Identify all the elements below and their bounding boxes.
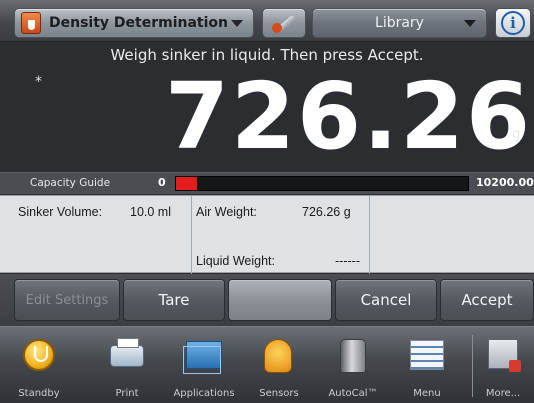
- stability-indicator: *: [35, 74, 42, 90]
- air-weight-label: Air Weight:: [196, 205, 257, 219]
- info-button[interactable]: i: [495, 8, 531, 38]
- mode-label: Density Determination: [49, 15, 228, 31]
- wrench-icon: [271, 12, 297, 34]
- density-mode-icon: [21, 12, 41, 34]
- autocal-icon: [340, 339, 366, 373]
- accept-button[interactable]: Accept: [440, 279, 534, 321]
- liquid-weight-label: Liquid Weight:: [196, 254, 275, 268]
- instruction-text: Weigh sinker in liquid. Then press Accep…: [110, 46, 424, 64]
- top-bar: Density Determination Library i: [0, 0, 534, 42]
- dock-label: AutoCal™: [328, 388, 378, 399]
- capacity-bar-fill: [176, 177, 197, 190]
- more-icon: [488, 339, 521, 372]
- sinker-volume-value: 10.0 ml: [130, 205, 171, 219]
- library-label: Library: [375, 15, 424, 31]
- menu-icon: [410, 340, 444, 370]
- dock-label: Standby: [18, 388, 60, 399]
- dock-item-sensors[interactable]: Sensors: [248, 327, 310, 403]
- dock-item-more[interactable]: More...: [472, 327, 534, 403]
- capacity-guide-label: Capacity Guide: [30, 177, 111, 189]
- cancel-button[interactable]: Cancel: [335, 279, 437, 321]
- dock-label: Sensors: [259, 388, 299, 399]
- data-panel: Sinker Volume: 10.0 ml Air Weight: 726.2…: [0, 195, 534, 274]
- dock-item-menu[interactable]: Menu: [396, 327, 458, 403]
- dock-label: Print: [115, 388, 139, 399]
- settings-button[interactable]: [262, 8, 306, 38]
- capacity-bar: [175, 176, 469, 191]
- column-divider: [191, 196, 192, 274]
- blank-button[interactable]: [228, 279, 332, 321]
- action-bar: Edit Settings Tare Cancel Accept: [0, 274, 534, 326]
- info-icon: i: [501, 11, 525, 35]
- capacity-max: 10200.00: [476, 176, 534, 189]
- tare-button[interactable]: Tare: [123, 279, 225, 321]
- standby-icon: [23, 339, 55, 371]
- dock-item-print[interactable]: Print: [96, 327, 158, 403]
- balance-screen: Density Determination Library i Weigh si…: [0, 0, 534, 403]
- column-divider: [369, 196, 370, 274]
- air-weight-value: 726.26 g: [302, 205, 351, 219]
- edit-settings-button[interactable]: Edit Settings: [14, 279, 120, 321]
- dock-item-standby[interactable]: Standby: [8, 327, 70, 403]
- dock-label: Menu: [413, 388, 441, 399]
- sensors-icon: [264, 339, 292, 373]
- dock-item-applications[interactable]: Applications: [173, 327, 235, 403]
- capacity-min: 0: [158, 176, 166, 189]
- chevron-down-icon: [464, 19, 476, 27]
- dock-label: Applications: [173, 388, 235, 399]
- weight-reading: 726.26: [165, 63, 533, 170]
- bottom-dock: Standby Print Applications Sensors AutoC…: [0, 326, 534, 403]
- printer-icon: [110, 338, 144, 367]
- sinker-volume-label: Sinker Volume:: [18, 205, 103, 219]
- dock-label: More...: [485, 388, 521, 399]
- liquid-weight-value: ------: [335, 254, 360, 268]
- chevron-down-icon: [231, 19, 243, 27]
- capacity-guide: Capacity Guide 0 10200.00: [0, 172, 534, 194]
- weight-unit[interactable]: g: [512, 127, 520, 142]
- mode-dropdown[interactable]: Density Determination: [14, 8, 254, 38]
- dock-item-autocal[interactable]: AutoCal™: [322, 327, 384, 403]
- applications-icon: [183, 341, 222, 374]
- library-dropdown[interactable]: Library: [312, 8, 487, 38]
